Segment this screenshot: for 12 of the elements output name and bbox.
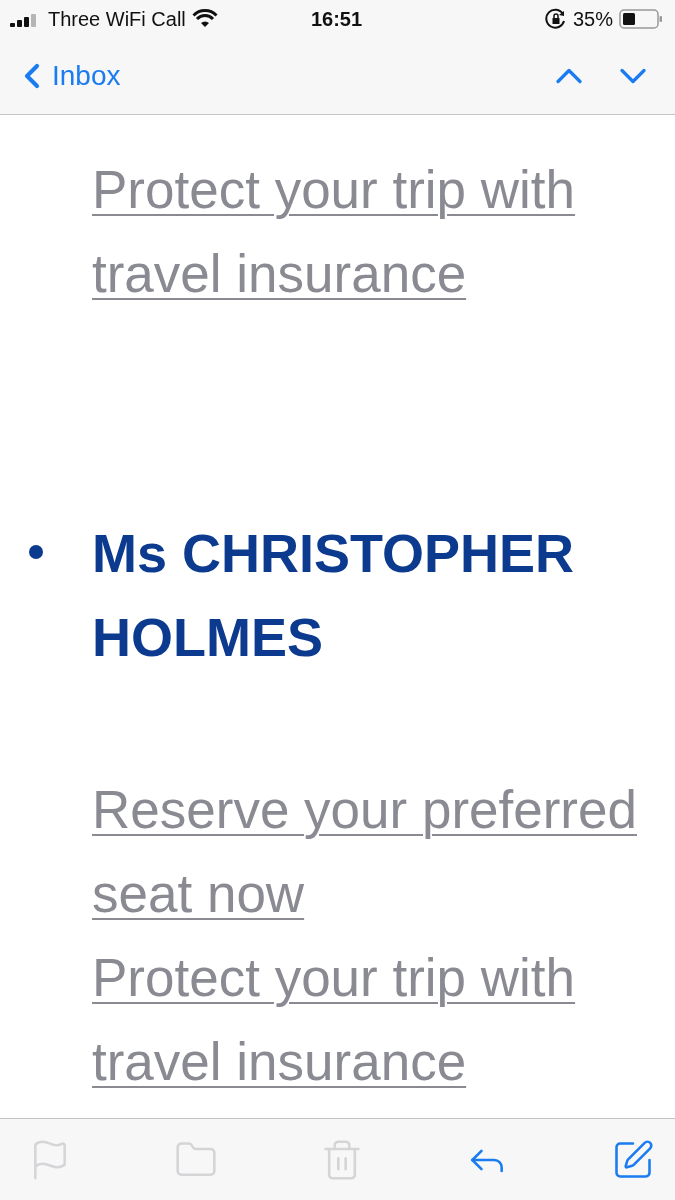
passenger-name: Ms CHRISTOPHER HOLMES bbox=[92, 522, 576, 669]
battery-percent: 35% bbox=[572, 7, 613, 31]
bullet-icon bbox=[29, 545, 43, 559]
carrier-name: Three WiFi Call bbox=[48, 7, 186, 31]
email-link[interactable]: Protect your trip with travel insurance bbox=[92, 936, 652, 1104]
battery-icon bbox=[619, 9, 663, 29]
back-button[interactable]: Inbox bbox=[12, 56, 121, 96]
email-link[interactable]: Protect your trip with travel insurance bbox=[92, 148, 652, 316]
rotation-lock-icon bbox=[544, 8, 567, 30]
wifi-icon bbox=[191, 9, 218, 29]
email-link[interactable]: Reserve your preferred seat now bbox=[92, 768, 652, 936]
status-time: 16:51 bbox=[310, 7, 363, 31]
